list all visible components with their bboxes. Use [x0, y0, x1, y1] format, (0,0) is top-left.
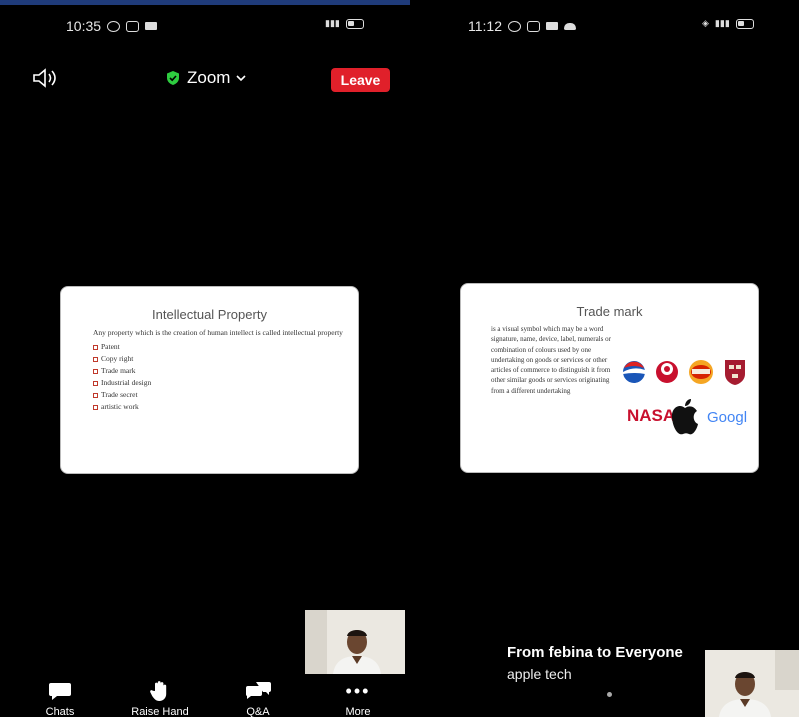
video-camera-icon [546, 22, 558, 30]
status-right: ▮▮▮ [325, 18, 364, 29]
meeting-title-dropdown[interactable]: Zoom [165, 68, 247, 88]
cloud-icon [564, 22, 576, 30]
chat-sender: From febina to Everyone [507, 644, 683, 661]
status-time: 10:35 [66, 18, 102, 34]
hand-icon [150, 681, 167, 701]
top-accent-line [0, 0, 410, 5]
checkbox-bullet-icon [93, 380, 98, 386]
volte-signal-icon: ▮▮▮ [325, 18, 340, 28]
slide-intro: Any property which is the creation of hu… [93, 328, 343, 337]
more-button[interactable]: ••• More [318, 680, 398, 717]
brand-logos-grid: NASA Google [621, 338, 755, 458]
slide-body: Any property which is the creation of hu… [93, 327, 343, 413]
nasa-logo: NASA [627, 406, 675, 425]
page-indicator-dot [607, 692, 612, 697]
list-item: Patent [93, 341, 343, 353]
qa-bubbles-icon [245, 682, 271, 699]
battery-icon [345, 18, 364, 29]
participant-person-image [305, 610, 405, 674]
status-bar: 10:35 [66, 18, 158, 34]
video-camera-icon [145, 22, 158, 30]
chat-bubble-icon [49, 683, 71, 700]
status-right: ◈ ▮▮▮ [702, 18, 754, 29]
checkbox-bullet-icon [93, 356, 98, 362]
self-video-thumbnail[interactable] [705, 650, 799, 717]
kfc-logo [656, 361, 678, 383]
list-item: Copy right [93, 353, 343, 365]
google-logo: Google [707, 409, 747, 426]
chevron-down-icon [236, 75, 247, 82]
more-dots-icon: ••• [345, 680, 371, 701]
leave-button[interactable]: Leave [331, 68, 390, 92]
status-bar: 11:12 [468, 18, 576, 34]
whatsapp-icon [107, 20, 121, 32]
burger-king-logo [689, 360, 713, 384]
harvard-crest-logo [725, 360, 745, 385]
shield-check-icon [167, 71, 179, 85]
status-time: 11:12 [468, 18, 502, 34]
raise-hand-button[interactable]: Raise Hand [120, 680, 200, 717]
speaker-icon[interactable] [32, 68, 60, 93]
checkbox-bullet-icon [93, 392, 98, 398]
participant-person-image [705, 650, 799, 717]
shared-slide-intellectual-property: Intellectual Property Any property which… [60, 286, 359, 474]
shared-slide-trade-mark: Trade mark is a visual symbol which may … [460, 283, 759, 473]
list-item: Trade secret [93, 389, 343, 401]
self-video-thumbnail[interactable] [305, 610, 405, 674]
list-item: Industrial design [93, 377, 343, 389]
list-item: Trade mark [93, 365, 343, 377]
chats-button[interactable]: Chats [20, 680, 100, 717]
checkbox-bullet-icon [93, 368, 98, 374]
meeting-toolbar: Chats Raise Hand Q&A ••• More [0, 680, 410, 717]
list-item: artistic work [93, 401, 343, 413]
whatsapp-icon [508, 20, 521, 32]
gallery-icon [126, 20, 140, 32]
slide-description: is a visual symbol which may be a word s… [491, 325, 611, 395]
qa-button[interactable]: Q&A [218, 680, 298, 717]
checkbox-bullet-icon [93, 404, 98, 410]
slide-title: Trade mark [576, 304, 643, 319]
pepsi-logo [623, 361, 645, 383]
battery-icon [735, 18, 754, 29]
gallery-icon [527, 20, 540, 32]
left-phone-screen: 10:35 ▮▮▮ Zoom Leave Intellectual Proper… [0, 0, 410, 717]
right-phone-screen: 11:12 ◈ ▮▮▮ Trade mark is a visual symbo… [410, 0, 799, 717]
hotspot-icon: ◈ [702, 18, 709, 28]
slide-title: Intellectual Property [152, 307, 267, 322]
checkbox-bullet-icon [93, 344, 98, 350]
apple-logo [671, 399, 698, 435]
chat-message: apple tech [507, 666, 572, 682]
volte-signal-icon: ▮▮▮ [714, 18, 730, 28]
meeting-name: Zoom [187, 68, 231, 87]
